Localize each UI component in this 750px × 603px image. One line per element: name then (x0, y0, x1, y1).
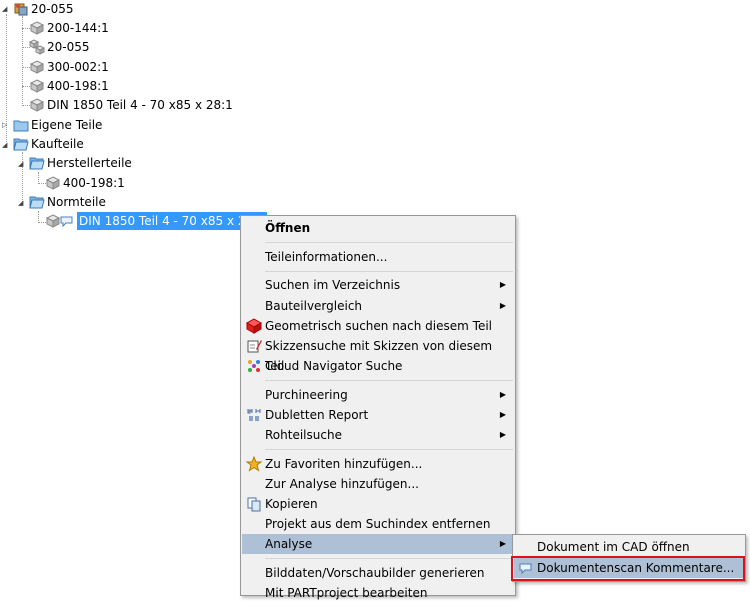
menu-item-sketch-search[interactable]: Skizzensuche mit Skizzen von diesem Teil (242, 336, 514, 373)
folder-open-icon (13, 136, 29, 152)
sketch-pencil-icon (246, 338, 262, 354)
collapse-icon[interactable]: ◢ (2, 5, 10, 13)
collapse-icon[interactable]: ◢ (18, 160, 26, 168)
menu-item-remove-index[interactable]: Projekt aus dem Suchindex entfernen (242, 514, 514, 534)
copy-icon (246, 496, 262, 512)
menu-item-edit-partproject[interactable]: Mit PARTproject bearbeiten (242, 583, 514, 603)
menu-item-duplicates[interactable]: Dubletten Report ▶ (242, 405, 514, 425)
submenu-arrow-icon: ▶ (499, 280, 506, 289)
menu-item-purchineering[interactable]: Purchineering ▶ (242, 385, 514, 405)
menu-separator (265, 380, 513, 381)
highlight-callout (511, 556, 745, 581)
menu-separator (265, 242, 513, 243)
folder-open-icon (29, 155, 45, 171)
menu-item-cloud-search[interactable]: Cloud Navigator Suche (242, 356, 514, 376)
part-cube-icon (29, 78, 45, 94)
menu-item-search-dir[interactable]: Suchen im Verzeichnis ▶ (242, 275, 514, 295)
menu-item-generate-images[interactable]: Bilddaten/Vorschaubilder generieren (242, 563, 514, 583)
context-menu: Öffnen Teileinformationen... Suchen im V… (240, 215, 516, 600)
menu-item-open[interactable]: Öffnen (242, 218, 514, 238)
submenu-arrow-icon: ▶ (499, 301, 506, 310)
folder-open-icon (29, 194, 45, 210)
menu-item-analysis[interactable]: Analyse ▶ (242, 534, 514, 554)
menu-item-add-analysis[interactable]: Zur Analyse hinzufügen... (242, 474, 514, 494)
part-cube-icon (29, 97, 45, 113)
cloud-navigator-icon (246, 358, 262, 374)
duplicates-icon (246, 407, 262, 423)
menu-separator (265, 449, 513, 450)
expand-icon[interactable]: ▷ (2, 121, 10, 129)
part-cube-icon (29, 59, 45, 75)
red-cube-icon (245, 318, 263, 334)
star-icon (245, 455, 263, 472)
tree-line (22, 16, 23, 106)
menu-item-copy[interactable]: Kopieren (242, 494, 514, 514)
submenu-arrow-icon: ▶ (499, 539, 506, 548)
comment-icon (59, 213, 75, 229)
menu-item-add-favorites[interactable]: Zu Favoriten hinzufügen... (242, 454, 514, 474)
part-cube-icon (45, 175, 61, 191)
subassembly-icon (28, 39, 46, 55)
collapse-icon[interactable]: ◢ (2, 141, 10, 149)
submenu-arrow-icon: ▶ (499, 390, 506, 399)
part-cube-icon (29, 20, 45, 36)
menu-separator (265, 558, 513, 559)
menu-item-component-compare[interactable]: Bauteilvergleich ▶ (242, 296, 514, 316)
folder-icon (13, 117, 29, 133)
menu-separator (265, 271, 513, 272)
menu-item-raw-search[interactable]: Rohteilsuche ▶ (242, 425, 514, 445)
menu-item-geo-search[interactable]: Geometrisch suchen nach diesem Teil (242, 316, 514, 336)
assembly-icon (13, 1, 29, 17)
submenu-item-open-cad[interactable]: Dokument im CAD öffnen (514, 537, 744, 557)
submenu-arrow-icon: ▶ (499, 430, 506, 439)
submenu-arrow-icon: ▶ (499, 410, 506, 419)
collapse-icon[interactable]: ◢ (18, 199, 26, 207)
menu-item-part-info[interactable]: Teileinformationen... (242, 247, 514, 267)
